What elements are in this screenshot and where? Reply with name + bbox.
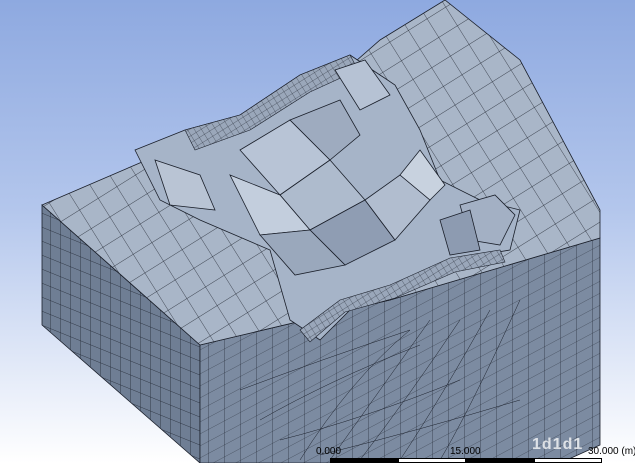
- watermark-text: 1d1d1: [532, 436, 584, 453]
- graphics-viewport[interactable]: 0.000 15.000 30.000 (m) 1d1d1: [0, 0, 635, 463]
- meshed-solid-block-icon[interactable]: [0, 0, 635, 463]
